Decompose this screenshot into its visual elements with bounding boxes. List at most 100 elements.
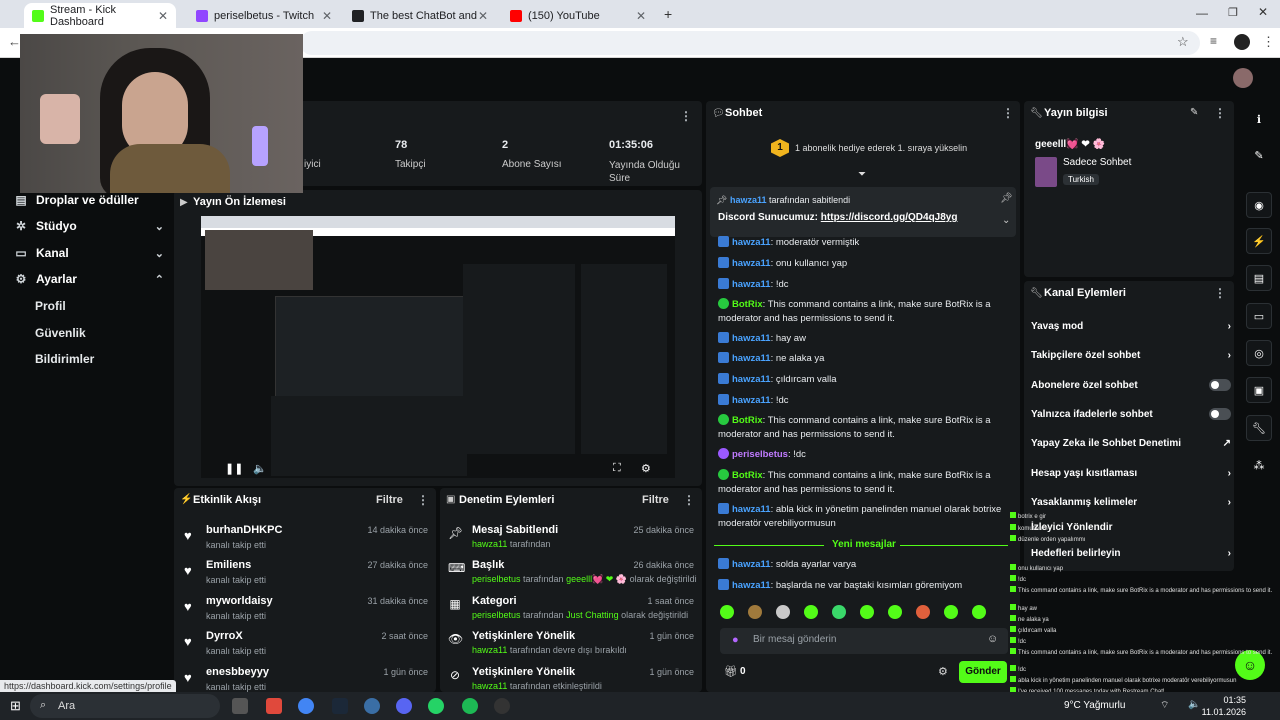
volume-icon[interactable]: 🔈: [253, 462, 267, 475]
settings-icon[interactable]: ⚙: [641, 462, 651, 475]
layout-icon[interactable]: ▣: [1246, 377, 1272, 403]
tab-youtube[interactable]: (150) YouTube ✕: [502, 3, 654, 28]
emote-icon[interactable]: [832, 605, 846, 619]
close-icon[interactable]: ✕: [478, 9, 488, 23]
moderation-user[interactable]: hawza11: [472, 681, 507, 691]
chat-input-placeholder[interactable]: Bir mesaj gönderin: [753, 634, 836, 645]
wifi-icon[interactable]: ⌔: [1160, 699, 1169, 712]
sidebar-subitem-notifications[interactable]: Bildirimler: [35, 352, 94, 366]
discord-icon[interactable]: [396, 698, 412, 714]
stream-category[interactable]: Sadece Sohbet: [1063, 157, 1131, 168]
channel-action-goals[interactable]: Hedefleri belirleyin ›: [1031, 543, 1231, 563]
kebab-icon[interactable]: ⋮: [1002, 106, 1014, 120]
sidebar-item-channel[interactable]: ▭ Kanal ⌄: [14, 246, 164, 260]
channel-action-subscribers-only[interactable]: Abonelere özel sohbet: [1031, 375, 1231, 395]
minimize-icon[interactable]: —: [1196, 6, 1208, 20]
user-avatar[interactable]: [1233, 68, 1253, 88]
chat-bubble-icon[interactable]: ▭: [1246, 303, 1272, 329]
document-icon[interactable]: ▤: [1246, 265, 1272, 291]
activity-user[interactable]: enesbbeyyy: [206, 666, 269, 678]
emote-icon[interactable]: [944, 605, 958, 619]
wrench-icon[interactable]: 🔧︎: [1246, 415, 1272, 441]
sidebar-item-studio[interactable]: ✲ Stüdyo ⌄: [14, 219, 164, 233]
emote-icon[interactable]: [916, 605, 930, 619]
weather-text[interactable]: 9°C Yağmurlu: [1064, 700, 1125, 711]
activity-user[interactable]: myworldaisy: [206, 595, 273, 607]
menu-icon[interactable]: ⋮: [1262, 34, 1275, 50]
task-view-icon[interactable]: [232, 698, 248, 714]
collapse-icon[interactable]: ⏷: [858, 169, 866, 180]
chat-username[interactable]: hawza11: [732, 279, 771, 290]
chat-username[interactable]: hawza11: [732, 353, 771, 364]
chat-username[interactable]: hawza11: [732, 258, 771, 269]
sidebar-item-drops[interactable]: ▤ Droplar ve ödüller: [14, 193, 164, 207]
emote-icon[interactable]: [804, 605, 818, 619]
chat-username[interactable]: BotRix: [732, 299, 763, 310]
emote-icon[interactable]: [748, 605, 762, 619]
url-input[interactable]: [300, 31, 1200, 55]
chevron-down-icon[interactable]: ⌄: [1002, 215, 1010, 226]
chat-username[interactable]: hawza11: [732, 374, 771, 385]
chat-username[interactable]: BotRix: [732, 415, 763, 426]
info-icon[interactable]: ℹ: [1246, 106, 1272, 132]
spotify-icon[interactable]: [462, 698, 478, 714]
channel-action-banned-words[interactable]: Yasaklanmış kelimeler ›: [1031, 492, 1231, 512]
chat-username[interactable]: hawza11: [732, 237, 771, 248]
chat-username[interactable]: periselbetus: [732, 449, 788, 460]
app-icon[interactable]: [266, 698, 282, 714]
taskbar-search[interactable]: ⌕ Ara: [30, 694, 220, 718]
chat-username[interactable]: hawza11: [732, 559, 771, 570]
broadcast-icon[interactable]: ◎: [1246, 340, 1272, 366]
channel-action-emotes-only[interactable]: Yalnızca ifadelerle sohbet: [1031, 404, 1231, 424]
tab-twitch[interactable]: periselbetus - Twitch ✕: [188, 3, 340, 28]
emote-icon[interactable]: [888, 605, 902, 619]
sidebar-item-settings[interactable]: ⚙ Ayarlar ⌃: [14, 272, 164, 286]
sidebar-subitem-security[interactable]: Güvenlik: [35, 326, 86, 340]
emote-icon[interactable]: [720, 605, 734, 619]
reading-list-icon[interactable]: ≡: [1210, 34, 1217, 48]
moderation-filter-button[interactable]: Filtre: [642, 494, 669, 506]
emoji-icon[interactable]: ☺: [987, 633, 998, 645]
channel-action-ai-moderation[interactable]: Yapay Zeka ile Sohbet Denetimi ↗: [1031, 433, 1231, 453]
pinned-link[interactable]: https://discord.gg/QD4qJ8yg: [821, 212, 958, 223]
apps-icon[interactable]: ⁂: [1246, 452, 1272, 478]
app-icon[interactable]: [364, 698, 380, 714]
moderation-user[interactable]: hawza11: [472, 645, 507, 655]
toggle-switch[interactable]: [1209, 379, 1231, 391]
close-icon[interactable]: ✕: [158, 9, 168, 23]
emote-icon[interactable]: [776, 605, 790, 619]
chat-username[interactable]: hawza11: [732, 504, 771, 515]
channel-action-followers-only[interactable]: Takipçilere özel sohbet ›: [1031, 345, 1231, 365]
window-close-icon[interactable]: ✕: [1258, 5, 1268, 19]
channel-action-slow-mode[interactable]: Yavaş mod ›: [1031, 316, 1231, 336]
chat-username[interactable]: hawza11: [732, 333, 771, 344]
bolt-icon[interactable]: ⚡: [1246, 228, 1272, 254]
activity-user[interactable]: burhanDHKPC: [206, 524, 282, 536]
moderation-user[interactable]: hawza11: [472, 539, 507, 549]
bookmark-star-icon[interactable]: ☆: [1177, 34, 1189, 50]
kebab-icon[interactable]: ⋮: [1214, 286, 1226, 300]
stream-preview-video[interactable]: ❚❚ 🔈 ⛶ ⚙: [201, 216, 675, 478]
activity-user[interactable]: Emiliens: [206, 559, 251, 571]
obs-icon[interactable]: [494, 698, 510, 714]
kebab-icon[interactable]: ⋮: [417, 493, 429, 507]
kebab-icon[interactable]: ⋮: [680, 109, 692, 123]
activity-user[interactable]: DyrroX: [206, 630, 243, 642]
emote-icon[interactable]: [972, 605, 986, 619]
chrome-icon[interactable]: [298, 698, 314, 714]
unpin-icon[interactable]: 📌︎: [1000, 193, 1013, 204]
tab-kick-dashboard[interactable]: Stream - Kick Dashboard ✕: [24, 3, 176, 28]
close-icon[interactable]: ✕: [636, 9, 646, 23]
gear-icon[interactable]: ⚙: [938, 665, 948, 678]
windows-start-icon[interactable]: ⊞: [10, 698, 21, 714]
emote-icon[interactable]: [860, 605, 874, 619]
chat-username[interactable]: BotRix: [732, 470, 763, 481]
camera-icon[interactable]: ◉: [1246, 192, 1272, 218]
whatsapp-icon[interactable]: [428, 698, 444, 714]
steam-icon[interactable]: [332, 698, 348, 714]
chat-input-box[interactable]: ● Bir mesaj gönderin ☺: [720, 628, 1008, 654]
sidebar-subitem-profile[interactable]: Profil: [35, 299, 66, 313]
pause-icon[interactable]: ❚❚: [225, 462, 243, 475]
new-tab-button[interactable]: +: [664, 6, 672, 22]
toggle-switch[interactable]: [1209, 408, 1231, 420]
